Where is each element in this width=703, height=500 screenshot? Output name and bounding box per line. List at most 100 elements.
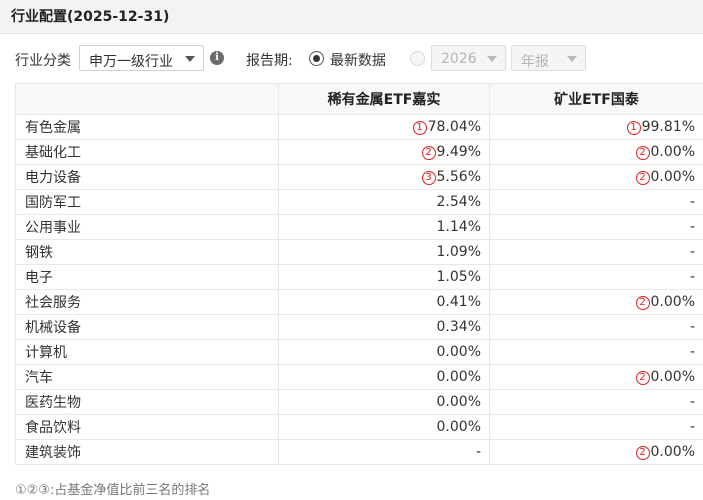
weight-value: 78.04% — [427, 119, 481, 135]
fund-a-weight-cell: 0.41% — [278, 289, 490, 315]
year-value: 2026 — [441, 51, 477, 67]
weight-value: - — [689, 344, 695, 360]
column-header-fund-b[interactable]: 矿业ETF国泰 — [489, 83, 703, 115]
table-row: 电子 1.05% - — [15, 264, 703, 290]
weight-value: 9.49% — [436, 144, 481, 160]
weight-value: 0.00% — [436, 419, 481, 435]
weight-value: 1.05% — [436, 269, 481, 285]
fund-b-weight-cell: 2 0.00% — [489, 139, 703, 165]
fund-a-weight-cell: 0.34% — [278, 314, 490, 340]
report-period-label: 报告期: — [246, 53, 293, 69]
weight-value: 0.00% — [650, 144, 695, 160]
rank-badge: 2 — [635, 146, 650, 160]
weight-value: 0.00% — [650, 444, 695, 460]
weight-value: 0.00% — [436, 394, 481, 410]
weight-value: 1.14% — [436, 219, 481, 235]
weight-value: - — [689, 269, 695, 285]
filter-bar: 行业分类 申万一级行业 i 报告期: 最新数据 2026 年报 — [0, 44, 703, 72]
rank-badge: 2 — [635, 446, 650, 460]
weight-value: - — [689, 394, 695, 410]
weight-value: - — [689, 219, 695, 235]
year-select[interactable]: 2026 — [431, 45, 506, 71]
fund-a-weight-cell: 1.09% — [278, 239, 490, 265]
rank-badge: 2 — [635, 371, 650, 385]
weight-value: 99.81% — [641, 119, 695, 135]
industry-name-cell: 计算机 — [15, 339, 279, 365]
industry-name-cell: 建筑装饰 — [15, 439, 279, 465]
table-body: 有色金属 1 78.04% 1 99.81% 基础化工 2 9.49% 2 0.00% 电力设备 3 5… — [15, 114, 703, 465]
info-icon[interactable]: i — [210, 51, 224, 65]
table-row: 汽车 0.00% 2 0.00% — [15, 364, 703, 390]
weight-value: 0.34% — [436, 319, 481, 335]
weight-value: 0.00% — [650, 169, 695, 185]
industry-name-cell: 汽车 — [15, 364, 279, 390]
latest-data-radio[interactable] — [309, 51, 324, 66]
fund-b-weight-cell: - — [489, 214, 703, 240]
weight-value: - — [689, 244, 695, 260]
industry-allocation-table: 稀有金属ETF嘉实 矿业ETF国泰 有色金属 1 78.04% 1 99.81% 基础化工… — [15, 83, 703, 465]
weight-value: 2.54% — [436, 194, 481, 210]
rank-badge: 2 — [421, 146, 436, 160]
table-row: 钢铁 1.09% - — [15, 239, 703, 265]
table-row: 医药生物 0.00% - — [15, 389, 703, 415]
chevron-down-icon — [185, 56, 195, 62]
fund-b-weight-cell: 2 0.00% — [489, 289, 703, 315]
industry-classification-value: 申万一级行业 — [89, 54, 173, 70]
fund-b-weight-cell: 2 0.00% — [489, 364, 703, 390]
table-row: 基础化工 2 9.49% 2 0.00% — [15, 139, 703, 165]
weight-value: - — [475, 444, 481, 460]
fund-a-weight-cell: 1 78.04% — [278, 114, 490, 140]
fund-a-weight-cell: - — [278, 439, 490, 465]
fund-a-weight-cell: 0.00% — [278, 339, 490, 365]
fund-b-weight-cell: 2 0.00% — [489, 164, 703, 190]
chevron-down-icon — [567, 56, 577, 62]
fund-b-weight-cell: - — [489, 389, 703, 415]
industry-name-cell: 医药生物 — [15, 389, 279, 415]
industry-name-cell: 基础化工 — [15, 139, 279, 165]
chevron-down-icon — [487, 56, 497, 62]
weight-value: 1.09% — [436, 244, 481, 260]
rank-badge: 2 — [635, 171, 650, 185]
rank-badge: 1 — [412, 121, 427, 135]
report-type-select[interactable]: 年报 — [511, 45, 586, 71]
latest-data-label: 最新数据 — [330, 53, 386, 69]
rank-badge: 3 — [421, 171, 436, 185]
weight-value: 0.00% — [436, 369, 481, 385]
fund-a-weight-cell: 0.00% — [278, 389, 490, 415]
table-row: 国防军工 2.54% - — [15, 189, 703, 215]
industry-name-cell: 钢铁 — [15, 239, 279, 265]
table-row: 建筑装饰 - 2 0.00% — [15, 439, 703, 465]
industry-classification-select[interactable]: 申万一级行业 — [79, 45, 204, 71]
fund-b-weight-cell: - — [489, 264, 703, 290]
table-row: 电力设备 3 5.56% 2 0.00% — [15, 164, 703, 190]
fund-a-weight-cell: 1.05% — [278, 264, 490, 290]
table-row: 食品饮料 0.00% - — [15, 414, 703, 440]
table-header-row: 稀有金属ETF嘉实 矿业ETF国泰 — [15, 83, 703, 115]
weight-value: 5.56% — [436, 169, 481, 185]
industry-name-cell: 公用事业 — [15, 214, 279, 240]
table-row: 社会服务 0.41% 2 0.00% — [15, 289, 703, 315]
fund-a-weight-cell: 2.54% — [278, 189, 490, 215]
weight-value: 0.00% — [650, 294, 695, 310]
fund-a-weight-cell: 2 9.49% — [278, 139, 490, 165]
column-header-fund-a[interactable]: 稀有金属ETF嘉实 — [278, 83, 490, 115]
fund-a-weight-cell: 0.00% — [278, 364, 490, 390]
table-row: 计算机 0.00% - — [15, 339, 703, 365]
fund-b-weight-cell: - — [489, 239, 703, 265]
footnote: ①②③:占基金净值比前三名的排名 — [15, 483, 211, 498]
weight-value: 0.00% — [436, 344, 481, 360]
industry-classification-label: 行业分类 — [15, 53, 71, 69]
table-row: 公用事业 1.14% - — [15, 214, 703, 240]
panel-title: 行业配置(2025-12-31) — [11, 9, 170, 25]
weight-value: 0.00% — [650, 369, 695, 385]
industry-name-cell: 社会服务 — [15, 289, 279, 315]
rank-badge: 1 — [626, 121, 641, 135]
table-row: 机械设备 0.34% - — [15, 314, 703, 340]
weight-value: - — [689, 194, 695, 210]
fund-a-weight-cell: 3 5.56% — [278, 164, 490, 190]
custom-period-radio[interactable] — [410, 51, 425, 66]
weight-value: 0.41% — [436, 294, 481, 310]
fund-b-weight-cell: - — [489, 189, 703, 215]
industry-name-cell: 食品饮料 — [15, 414, 279, 440]
fund-b-weight-cell: 1 99.81% — [489, 114, 703, 140]
